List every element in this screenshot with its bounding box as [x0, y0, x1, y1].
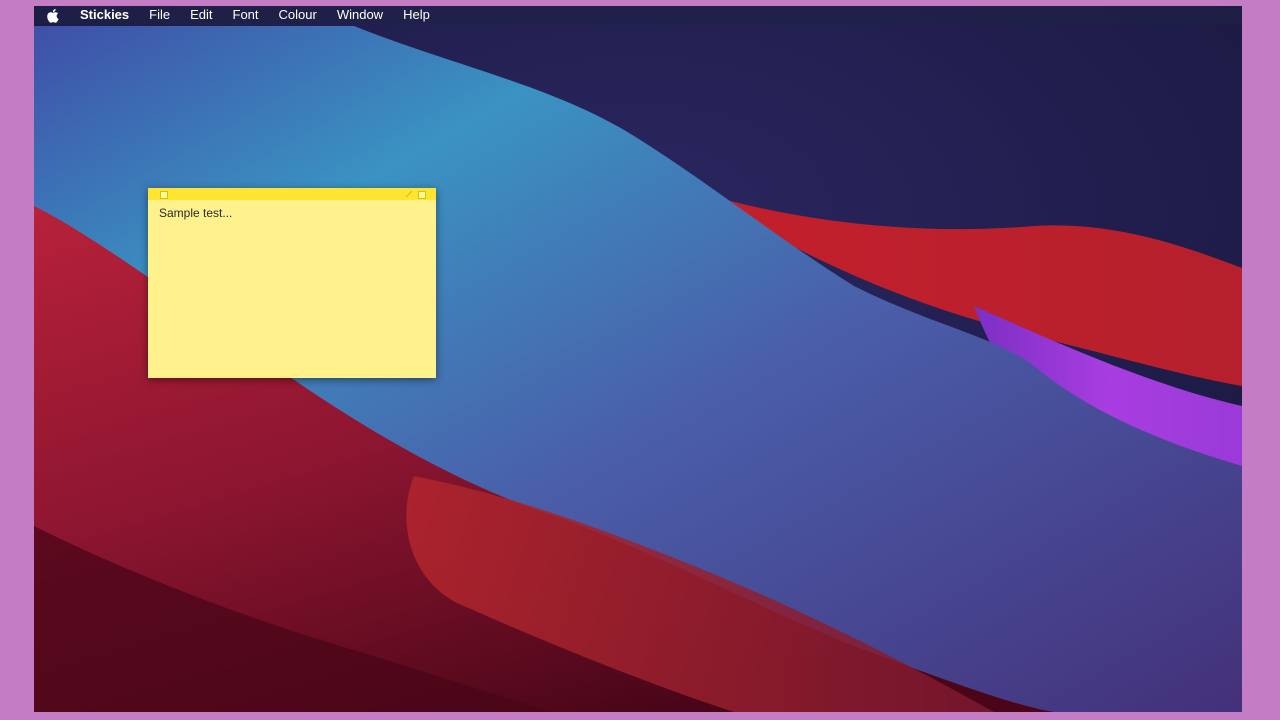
menu-help[interactable]: Help — [403, 6, 430, 24]
desktop: Stickies File Edit Font Colour Window He… — [34, 6, 1242, 712]
sticky-note-text[interactable]: Sample test... — [159, 206, 232, 220]
menu-font[interactable]: Font — [233, 6, 259, 24]
menu-bar: Stickies File Edit Font Colour Window He… — [34, 6, 1242, 24]
menu-colour[interactable]: Colour — [279, 6, 317, 24]
menu-file[interactable]: File — [149, 6, 170, 24]
menu-app-name[interactable]: Stickies — [80, 6, 129, 24]
sticky-note-window[interactable]: Sample test... — [148, 188, 436, 378]
zoom-icon[interactable] — [418, 191, 426, 199]
apple-logo-icon[interactable] — [46, 7, 60, 23]
menu-edit[interactable]: Edit — [190, 6, 212, 24]
collapse-icon[interactable] — [405, 190, 413, 198]
close-icon[interactable] — [160, 191, 168, 199]
menu-window[interactable]: Window — [337, 6, 383, 24]
sticky-note-titlebar[interactable] — [148, 188, 436, 200]
